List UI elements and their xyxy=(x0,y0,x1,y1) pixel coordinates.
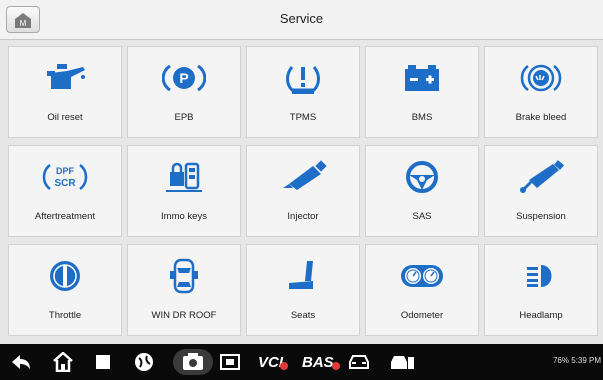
tile-injector[interactable]: Injector xyxy=(246,145,360,237)
battery-icon xyxy=(405,65,439,91)
tile-aftertreatment[interactable]: DPF SCR Aftertreatment xyxy=(8,145,122,237)
parking-brake-icon: P xyxy=(162,64,206,92)
system-navbar: VCI BAS 76% 5:39 PM xyxy=(0,344,603,380)
tile-seats[interactable]: Seats xyxy=(246,244,360,336)
tile-label: Oil reset xyxy=(47,112,83,123)
tile-brake-bleed[interactable]: Brake bleed xyxy=(484,46,598,138)
browser-button[interactable] xyxy=(134,344,154,380)
tile-label: SAS xyxy=(412,211,432,222)
seat-icon xyxy=(289,261,313,289)
tile-throttle[interactable]: Throttle xyxy=(8,244,122,336)
tile-label: Aftertreatment xyxy=(34,211,96,222)
dpf-text: DPF xyxy=(56,166,75,176)
steering-wheel-icon xyxy=(406,161,438,193)
tile-oil-reset[interactable]: Oil reset xyxy=(8,46,122,138)
tile-label: Seats xyxy=(290,310,316,321)
brake-disc-icon xyxy=(520,64,562,92)
back-icon xyxy=(12,355,30,369)
page-title: Service xyxy=(279,11,324,26)
vehicle-button[interactable] xyxy=(348,344,370,380)
bas-disconnected-icon xyxy=(331,362,340,370)
tile-sas[interactable]: SAS xyxy=(365,145,479,237)
headlamp-icon xyxy=(527,265,552,287)
odometer-icon xyxy=(401,265,443,287)
tile-label: Suspension xyxy=(516,211,566,222)
tile-label: TPMS xyxy=(289,112,317,123)
back-button[interactable] xyxy=(10,344,32,380)
service-grid: Oil reset P EPB TPMS BMS Brake bleed DPF… xyxy=(8,46,598,336)
tile-epb[interactable]: P EPB xyxy=(127,46,241,138)
tile-label: WIN DR ROOF xyxy=(151,310,217,321)
injector-icon xyxy=(283,160,327,190)
recent-apps-icon xyxy=(96,355,110,369)
car-windows-icon xyxy=(170,258,198,294)
oil-can-icon xyxy=(47,64,85,89)
globe-icon xyxy=(135,353,153,371)
tile-label: Brake bleed xyxy=(515,112,567,123)
tile-label: BMS xyxy=(411,112,433,123)
house-icon xyxy=(53,352,73,372)
screen-record-button[interactable] xyxy=(220,344,240,380)
shock-absorber-icon xyxy=(520,160,564,193)
vci-button[interactable]: VCI xyxy=(258,344,289,380)
tire-pressure-icon xyxy=(286,66,320,94)
tile-label: EPB xyxy=(174,112,194,123)
tile-suspension[interactable]: Suspension xyxy=(484,145,598,237)
tile-label: Injector xyxy=(287,211,319,222)
throttle-icon xyxy=(50,261,80,291)
tile-label: Odometer xyxy=(400,310,444,321)
screenshot-button[interactable] xyxy=(173,344,213,380)
camera-icon xyxy=(173,349,213,375)
bas-button[interactable]: BAS xyxy=(302,344,340,380)
screen-record-icon xyxy=(220,354,240,370)
status-area: 76% 5:39 PM xyxy=(553,356,601,365)
status-text: 76% 5:39 PM xyxy=(552,356,601,365)
vci-disconnected-icon xyxy=(280,362,289,370)
tile-odometer[interactable]: Odometer xyxy=(365,244,479,336)
tile-label: Headlamp xyxy=(519,310,563,321)
bas-label: BAS xyxy=(302,353,334,371)
service-shortcut-button[interactable] xyxy=(390,344,416,380)
home-nav-button[interactable] xyxy=(52,344,74,380)
tile-win-dr-roof[interactable]: WIN DR ROOF xyxy=(127,244,241,336)
tile-immo-keys[interactable]: Immo keys xyxy=(127,145,241,237)
tile-headlamp[interactable]: Headlamp xyxy=(484,244,598,336)
recent-apps-button[interactable] xyxy=(95,344,111,380)
tile-label: Immo keys xyxy=(161,211,207,222)
header-bar: M Service xyxy=(0,0,603,40)
tile-label: Throttle xyxy=(48,310,82,321)
car-icon xyxy=(349,355,369,369)
car-service-icon xyxy=(391,356,414,369)
dpf-scr-icon: DPF SCR xyxy=(42,164,88,190)
immo-key-icon xyxy=(166,162,202,192)
tile-tpms[interactable]: TPMS xyxy=(246,46,360,138)
scr-text: SCR xyxy=(54,178,76,189)
svg-text:P: P xyxy=(179,70,188,86)
tile-bms[interactable]: BMS xyxy=(365,46,479,138)
